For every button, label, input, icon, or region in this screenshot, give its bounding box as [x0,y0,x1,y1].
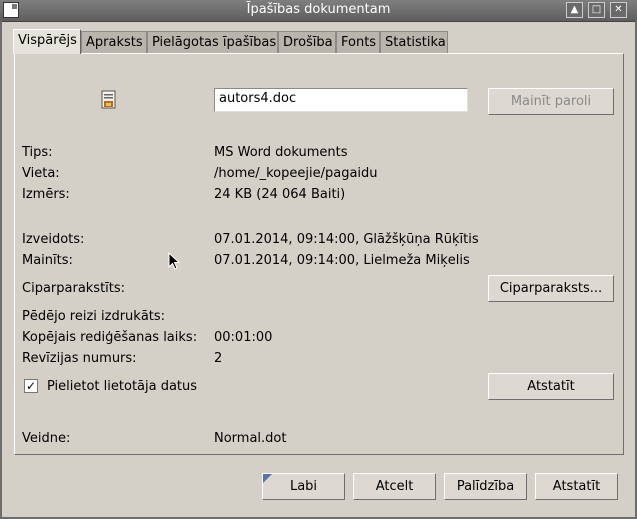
tab-statistics[interactable]: Statistika [380,31,448,54]
mouse-cursor-icon [168,252,180,270]
type-label: Tips: [22,145,53,160]
editing-time-label: Kopējais rediģēšanas laiks: [22,330,198,345]
signed-label: Ciparparakstīts: [22,281,126,296]
modified-label: Mainīts: [22,253,73,268]
tab-fonts[interactable]: Fonts [336,31,380,54]
type-value: MS Word dokuments [214,145,348,160]
help-button[interactable]: Palīdzība [444,473,527,500]
size-value: 24 KB (24 064 Baiti) [214,187,346,202]
revision-label: Revīzijas numurs: [22,351,137,366]
digital-signature-button[interactable]: Ciparparaksts... [488,275,614,302]
roll-up-icon[interactable]: ▲ [566,2,583,18]
created-label: Izveidots: [22,232,85,247]
tab-custom-properties[interactable]: Pielāgotas īpašības [147,31,278,54]
file-name-field[interactable]: autors4.doc [214,88,468,112]
template-label: Veidne: [22,431,71,446]
close-icon[interactable]: ✕ [610,2,627,18]
change-password-button[interactable]: Mainīt paroli [488,88,614,115]
tab-description[interactable]: Apraksts [81,31,147,54]
editing-time-value: 00:01:00 [214,330,273,345]
cancel-button[interactable]: Atcelt [353,473,436,500]
tab-general[interactable]: Vispārējs [13,29,81,54]
created-value: 07.01.2014, 09:14:00, Glāžšķūņa Rūķītis [214,232,479,247]
window-border-left [0,21,2,519]
document-icon [101,90,116,109]
title-bar: Īpašības dokumentam ▲ □ ✕ [0,0,637,22]
last-printed-label: Pēdējo reizi izdrukāts: [22,309,166,324]
window-title: Īpašības dokumentam [246,2,391,17]
modified-value: 07.01.2014, 09:14:00, Lielmeža Miķelis [214,253,470,268]
tab-security[interactable]: Drošība [278,31,336,54]
revision-value: 2 [214,351,223,366]
reset-user-data-button[interactable]: Atstatīt [488,373,614,400]
apply-user-data-label[interactable]: Pielietot lietotāja datus [47,379,197,394]
template-value: Normal.dot [214,431,287,446]
ok-button[interactable]: Labi [262,473,345,500]
apply-user-data-checkbox[interactable]: ✓ [24,379,38,393]
location-label: Vieta: [22,166,60,181]
reset-button[interactable]: Atstatīt [535,473,618,500]
size-label: Izmērs: [22,187,70,202]
maximize-icon[interactable]: □ [588,2,605,18]
location-value: /home/_kopeejie/pagaidu [214,166,378,181]
